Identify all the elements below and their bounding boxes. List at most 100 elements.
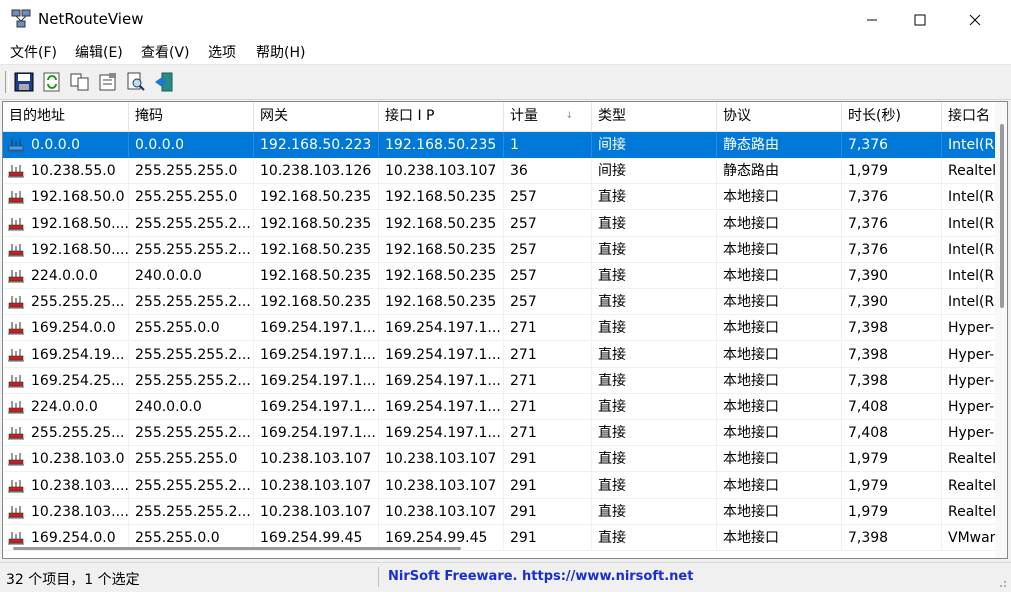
cell-text: 192.168.50.0 — [31, 189, 125, 206]
column-header-age[interactable]: 时长(秒) — [842, 102, 942, 131]
cell-text: 10.238.103.... — [31, 503, 129, 520]
table-row[interactable]: 192.168.50.0 255.255.255.0 192.168.50.235 1… — [3, 184, 996, 211]
table-row[interactable]: 169.254.0.0 255.255.0.0 169.254.197.1... 16… — [3, 315, 996, 342]
exit-button[interactable] — [152, 70, 176, 94]
cell-destination: 192.168.50.0 — [3, 184, 129, 211]
cell-mask: 255.255.255.0 — [129, 184, 254, 211]
resize-grip-icon[interactable] — [995, 576, 1007, 588]
route-icon — [8, 165, 24, 178]
column-header-metric[interactable]: 计量 ↓ — [504, 102, 592, 131]
route-icon — [8, 374, 24, 388]
column-header-type[interactable]: 类型 — [592, 102, 717, 131]
refresh-button[interactable] — [40, 70, 64, 94]
cell-protocol: 本地接口 — [717, 498, 842, 525]
table-row[interactable]: 224.0.0.0 240.0.0.0 192.168.50.235 192.168.… — [3, 263, 996, 289]
cell-destination: 192.168.50.... — [3, 236, 129, 263]
table-row[interactable]: 169.254.19... 255.255.255.2... 169.254.197… — [3, 341, 996, 368]
sort-arrow-icon: ↓ — [565, 111, 573, 121]
copy-button[interactable] — [68, 70, 92, 94]
menu-help[interactable]: 帮助(H) — [256, 42, 305, 62]
cell-metric: 271 — [504, 394, 592, 420]
table-row[interactable]: 0.0.0.0 0.0.0.0 192.168.50.223 192.168.50.2… — [3, 132, 996, 158]
cell-mask: 255.255.255.2... — [129, 367, 254, 394]
cell-destination: 10.238.55.0 — [3, 158, 129, 185]
table-row[interactable]: 192.168.50.... 255.255.255.2... 192.168.50… — [3, 236, 996, 263]
cell-metric: 257 — [504, 236, 592, 263]
maximize-button[interactable] — [896, 0, 944, 39]
table-row[interactable]: 255.255.25... 255.255.255.2... 169.254.197… — [3, 420, 996, 447]
route-icon — [8, 401, 24, 414]
column-header-destination[interactable]: 目的地址 — [3, 102, 129, 131]
cell-interface-name: Hyper- — [942, 341, 996, 368]
route-icon — [8, 322, 24, 335]
save-button[interactable] — [12, 70, 36, 94]
vertical-scrollbar[interactable] — [995, 102, 1007, 558]
cell-interface-ip: 10.238.103.107 — [379, 446, 504, 473]
horizontal-scroll-thumb[interactable] — [13, 547, 461, 550]
cell-type: 直接 — [592, 315, 717, 342]
toolbar-grip[interactable] — [5, 71, 9, 93]
table-row[interactable]: 169.254.25... 255.255.255.2... 169.254.197… — [3, 367, 996, 394]
cell-destination: 10.238.103.... — [3, 498, 129, 525]
routes-table[interactable]: 目的地址 掩码 网关 接口 I P 计量 ↓ 类型 协议 时长(秒) 接口名 0.… — [2, 101, 1008, 559]
cell-interface-ip: 169.254.197.1... — [379, 341, 504, 368]
table-row[interactable]: 192.168.50.... 255.255.255.2... 192.168.50… — [3, 210, 996, 237]
cell-text: 169.254.19... — [31, 346, 125, 363]
cell-age: 1,979 — [842, 498, 942, 525]
cell-interface-name: Intel(R — [942, 132, 996, 158]
cell-age: 7,398 — [842, 525, 942, 551]
find-button[interactable] — [124, 70, 148, 94]
cell-destination: 10.238.103.0 — [3, 446, 129, 473]
menu-file[interactable]: 文件(F) — [10, 42, 57, 62]
status-bar: 32 个项目，1 个选定 NirSoft Freeware. https://w… — [0, 562, 1011, 592]
cell-text: 192.168.50.... — [31, 215, 129, 232]
cell-type: 直接 — [592, 341, 717, 368]
cell-gateway: 169.254.197.1... — [254, 394, 379, 420]
table-row[interactable]: 255.255.25... 255.255.255.2... 192.168.50.… — [3, 289, 996, 316]
menu-edit[interactable]: 编辑(E) — [75, 42, 123, 62]
cell-mask: 255.255.255.2... — [129, 420, 254, 447]
table-row[interactable]: 10.238.55.0 255.255.255.0 10.238.103.126 10… — [3, 158, 996, 185]
item-count-status: 32 个项目，1 个选定 — [6, 572, 140, 588]
cell-destination: 10.238.103.... — [3, 472, 129, 499]
cell-text: 10.238.103.... — [31, 477, 129, 494]
close-button[interactable] — [951, 0, 999, 39]
cell-interface-ip: 169.254.197.1... — [379, 394, 504, 420]
properties-button[interactable] — [96, 70, 120, 94]
column-header-gateway[interactable]: 网关 — [254, 102, 379, 131]
cell-metric: 271 — [504, 367, 592, 394]
cell-interface-name: Realtek — [942, 158, 996, 185]
column-header-mask[interactable]: 掩码 — [129, 102, 254, 131]
route-icon — [8, 217, 24, 231]
cell-age: 7,376 — [842, 132, 942, 158]
cell-protocol: 本地接口 — [717, 446, 842, 473]
cell-gateway: 192.168.50.235 — [254, 184, 379, 211]
cell-mask: 255.255.255.2... — [129, 341, 254, 368]
column-header-interface-name[interactable]: 接口名 — [942, 102, 1002, 131]
cell-interface-ip: 192.168.50.235 — [379, 132, 504, 158]
cell-mask: 255.255.0.0 — [129, 315, 254, 342]
table-row[interactable]: 224.0.0.0 240.0.0.0 169.254.197.1... 169.25… — [3, 394, 996, 420]
column-header-protocol[interactable]: 协议 — [717, 102, 842, 131]
cell-interface-name: VMwar — [942, 525, 996, 551]
vertical-scroll-thumb[interactable] — [1000, 124, 1004, 308]
cell-type: 直接 — [592, 236, 717, 263]
cell-type: 直接 — [592, 289, 717, 316]
cell-interface-name: Intel(R — [942, 184, 996, 211]
nirsoft-link[interactable]: NirSoft Freeware. https://www.nirsoft.ne… — [388, 569, 693, 584]
cell-interface-name: Realtek — [942, 498, 996, 525]
cell-mask: 0.0.0.0 — [129, 132, 254, 158]
menu-options[interactable]: 选项 — [208, 42, 236, 62]
cell-age: 7,376 — [842, 236, 942, 263]
table-row[interactable]: 10.238.103.... 255.255.255.2... 10.238.103… — [3, 498, 996, 525]
cell-type: 直接 — [592, 472, 717, 499]
minimize-button[interactable] — [848, 0, 896, 39]
column-header-interface-ip[interactable]: 接口 I P — [379, 102, 504, 131]
cell-type: 直接 — [592, 446, 717, 473]
route-icon — [8, 453, 24, 466]
table-row[interactable]: 10.238.103.0 255.255.255.0 10.238.103.107 1… — [3, 446, 996, 473]
cell-type: 间接 — [592, 158, 717, 185]
menu-view[interactable]: 查看(V) — [141, 42, 190, 62]
cell-interface-ip: 169.254.197.1... — [379, 367, 504, 394]
table-row[interactable]: 10.238.103.... 255.255.255.2... 10.238.103… — [3, 472, 996, 499]
